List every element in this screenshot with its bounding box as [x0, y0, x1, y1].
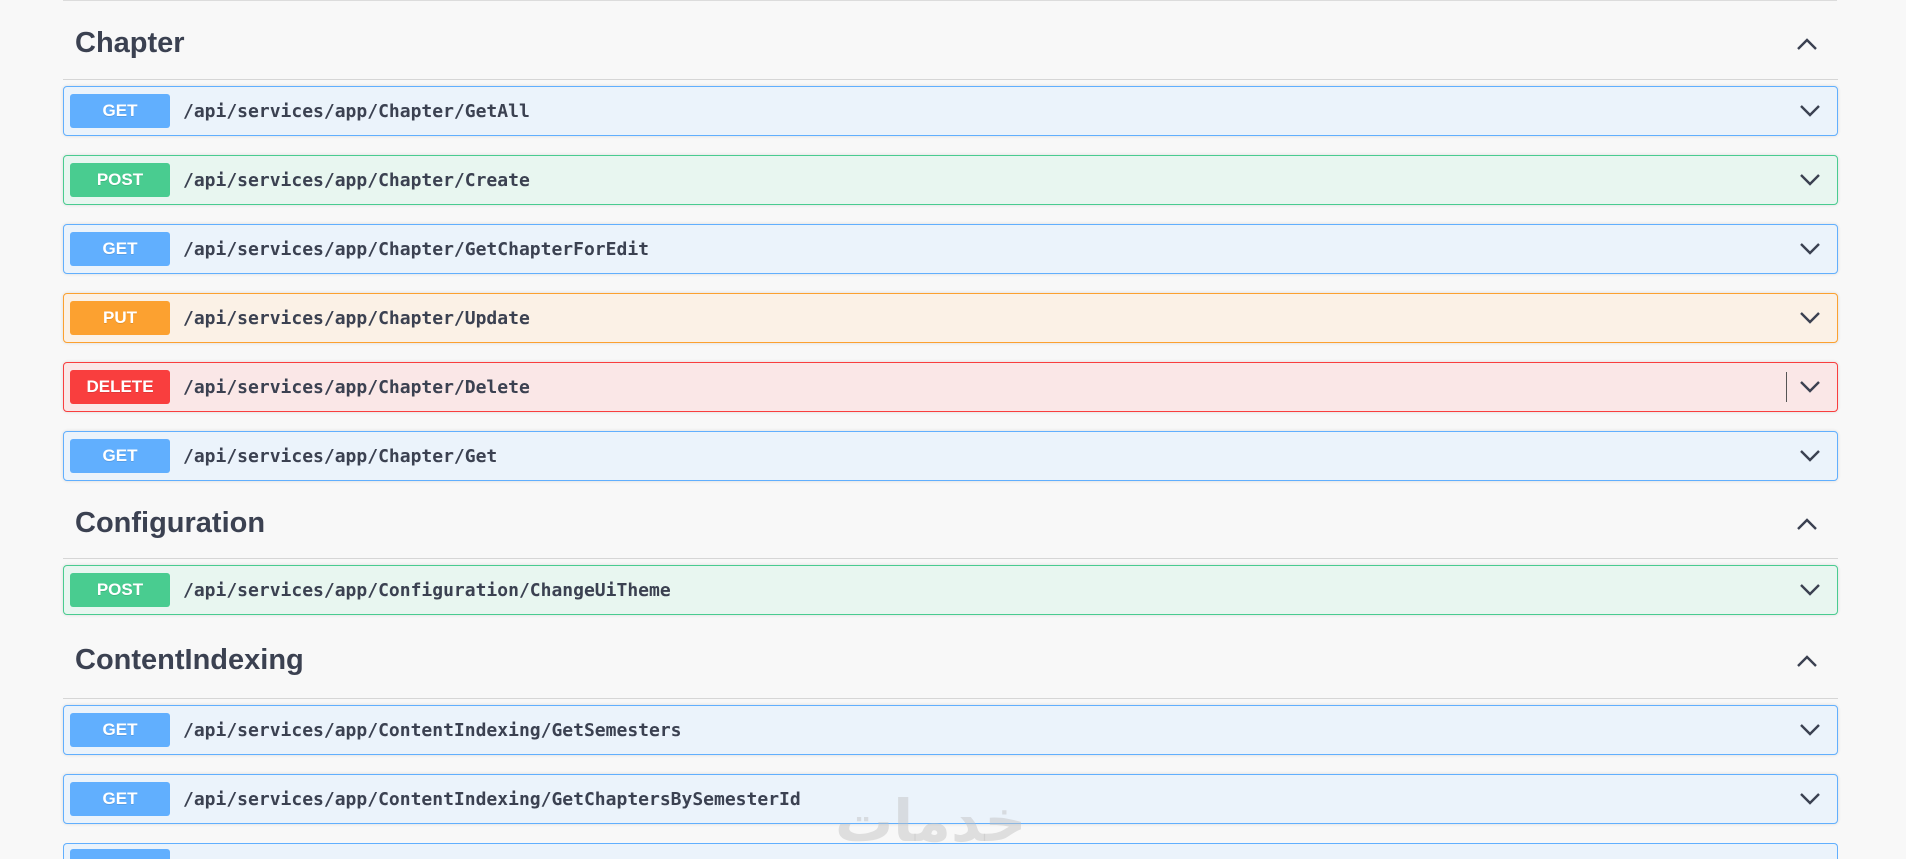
chevron-down-icon[interactable]: [1795, 715, 1825, 745]
tag-title: Chapter: [75, 27, 185, 59]
chevron-down-icon[interactable]: [1795, 234, 1825, 264]
chevron-up-icon[interactable]: [1792, 638, 1822, 676]
operation-row[interactable]: GET /api/services/app/ContentIndexing/Ge…: [63, 774, 1838, 824]
method-badge: GET: [70, 94, 170, 128]
method-badge: [70, 849, 170, 859]
method-badge: PUT: [70, 301, 170, 335]
operation-path: /api/services/app/ContentIndexing/GetCha…: [183, 788, 801, 810]
operation-path: /api/services/app/Configuration/ChangeUi…: [183, 579, 671, 601]
operation-path: /api/services/app/Chapter/GetAll: [183, 100, 530, 122]
operation-path: /api/services/app/Chapter/Update: [183, 307, 530, 329]
operation-path: /api/services/app/Chapter/GetChapterForE…: [183, 238, 649, 260]
operation-row[interactable]: GET /api/services/app/Chapter/GetChapter…: [63, 224, 1838, 274]
chevron-down-icon[interactable]: [1795, 784, 1825, 814]
operation-row-partial[interactable]: [63, 843, 1838, 859]
operations-list: Chapter GET /api/services/app/Chapter/Ge…: [63, 0, 1838, 859]
operation-row[interactable]: GET /api/services/app/Chapter/GetAll: [63, 86, 1838, 136]
method-badge: GET: [70, 713, 170, 747]
tag-title: ContentIndexing: [75, 644, 304, 676]
method-badge: GET: [70, 782, 170, 816]
tag-title: Configuration: [75, 507, 266, 539]
tag-header-chapter[interactable]: Chapter: [63, 0, 1838, 80]
chevron-down-icon[interactable]: [1795, 372, 1825, 402]
operation-row[interactable]: GET /api/services/app/ContentIndexing/Ge…: [63, 705, 1838, 755]
operation-path: /api/services/app/ContentIndexing/GetSem…: [183, 719, 682, 741]
operation-path: /api/services/app/Chapter/Create: [183, 169, 530, 191]
operation-row[interactable]: POST /api/services/app/Configuration/Cha…: [63, 565, 1838, 615]
method-badge: POST: [70, 573, 170, 607]
text-cursor: [1786, 372, 1787, 402]
chevron-down-icon[interactable]: [1795, 441, 1825, 471]
method-badge: DELETE: [70, 370, 170, 404]
chevron-down-icon[interactable]: [1795, 575, 1825, 605]
chevron-up-icon[interactable]: [1792, 501, 1822, 539]
operation-row[interactable]: PUT /api/services/app/Chapter/Update: [63, 293, 1838, 343]
operation-row[interactable]: DELETE /api/services/app/Chapter/Delete: [63, 362, 1838, 412]
tag-header-contentindexing[interactable]: ContentIndexing: [63, 615, 1838, 699]
swagger-page: Chapter GET /api/services/app/Chapter/Ge…: [0, 0, 1906, 859]
chevron-down-icon[interactable]: [1795, 165, 1825, 195]
operation-row[interactable]: GET /api/services/app/Chapter/Get: [63, 431, 1838, 481]
method-badge: GET: [70, 439, 170, 473]
chevron-down-icon[interactable]: [1795, 96, 1825, 126]
operation-path: /api/services/app/Chapter/Delete: [183, 376, 530, 398]
chevron-down-icon[interactable]: [1795, 303, 1825, 333]
method-badge: POST: [70, 163, 170, 197]
operation-path: /api/services/app/Chapter/Get: [183, 445, 498, 467]
operation-row[interactable]: POST /api/services/app/Chapter/Create: [63, 155, 1838, 205]
tag-header-configuration[interactable]: Configuration: [63, 481, 1838, 559]
method-badge: GET: [70, 232, 170, 266]
chevron-up-icon[interactable]: [1792, 21, 1822, 59]
